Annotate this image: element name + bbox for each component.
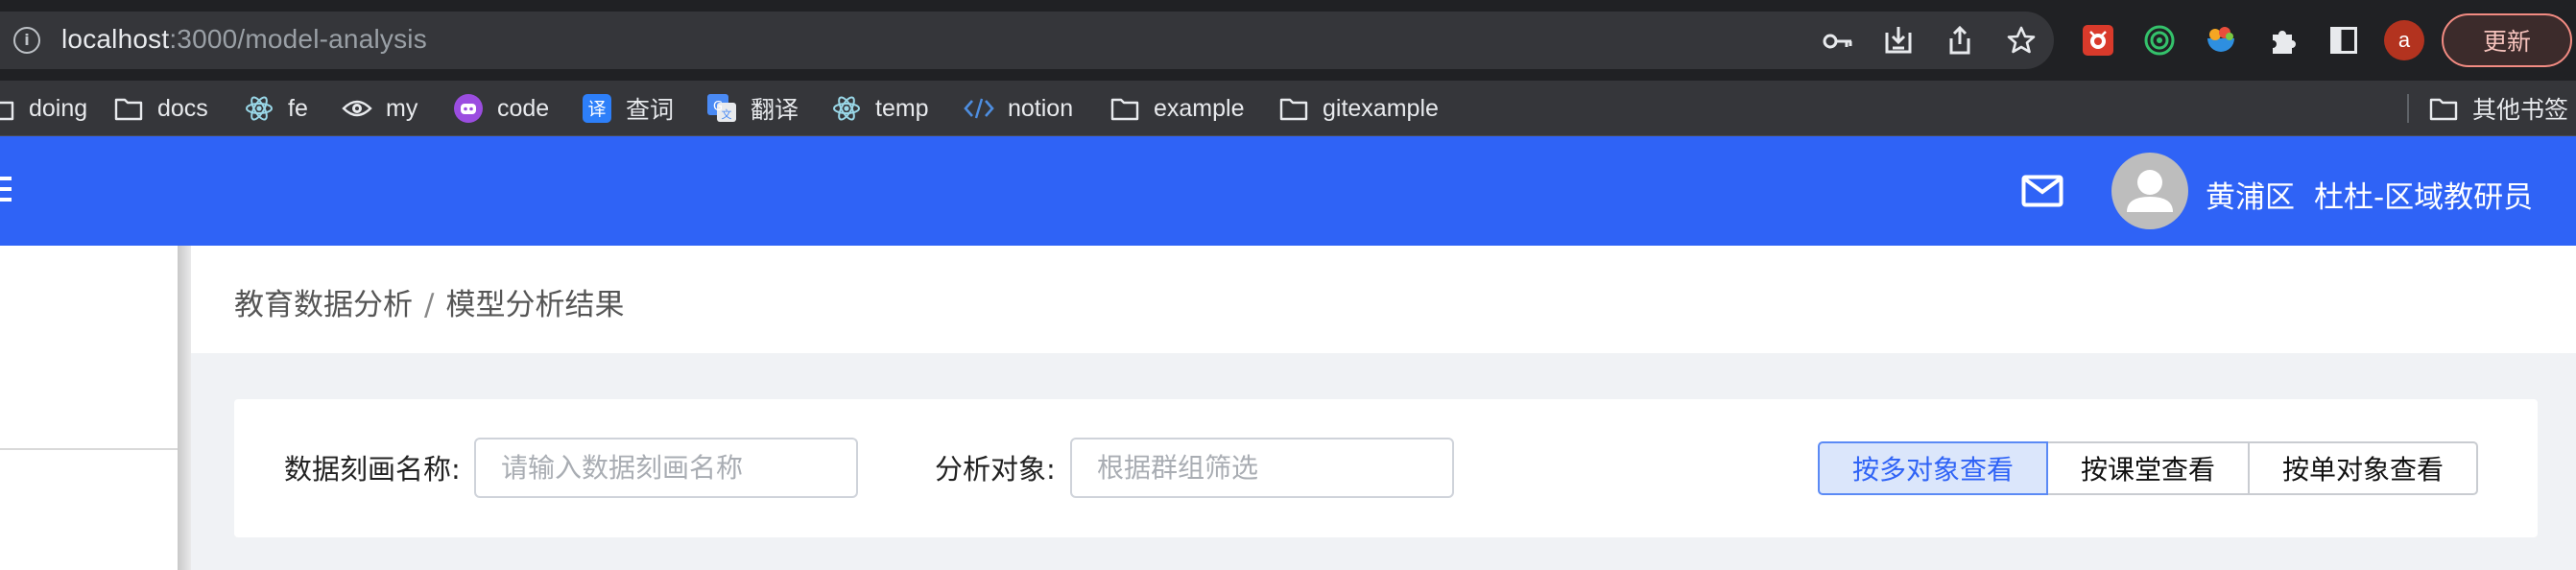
folder-icon [113,93,144,124]
extension-bug-icon[interactable] [2079,21,2117,59]
bookmark-example[interactable]: example [1109,81,1245,136]
breadcrumb-separator: / [424,288,435,322]
bot-icon [453,93,484,124]
main-content: 数据刻画名称: 分析对象: 按多对象查看 按课堂查看 按单对象查看 [191,353,2576,570]
extension-target-icon[interactable] [2140,21,2179,59]
folder-icon [1109,93,1140,124]
name-filter-label: 数据刻画名称: [284,453,461,486]
view-multi-object-button[interactable]: 按多对象查看 [1818,441,2048,495]
bookmark-code[interactable]: code [453,81,549,136]
breadcrumb-bar: 教育数据分析 / 模型分析结果 [191,246,2576,353]
bookmark-temp[interactable]: temp [831,81,929,136]
extensions-puzzle-icon[interactable] [2263,21,2302,59]
bookmark-docs[interactable]: docs [113,81,208,136]
app-header: 黄浦区 杜杜-区域教研员 [0,136,2576,246]
view-single-object-button[interactable]: 按单对象查看 [2248,441,2478,495]
menu-toggle-icon[interactable] [0,177,12,203]
filter-card: 数据刻画名称: 分析对象: 按多对象查看 按课堂查看 按单对象查看 [234,399,2538,537]
mail-icon[interactable] [2021,175,2063,207]
svg-text:译: 译 [587,99,606,120]
bookmark-fe[interactable]: fe [244,81,308,136]
bookmark-doing[interactable]: doing [0,81,87,136]
breadcrumb-current: 模型分析结果 [445,288,625,322]
view-classroom-button[interactable]: 按课堂查看 [2046,441,2250,495]
user-avatar[interactable] [2111,153,2188,229]
target-filter-input[interactable] [1070,438,1454,498]
share-icon[interactable] [1943,23,1977,58]
bookmark-other[interactable]: 其他书签 [2428,81,2568,136]
sidebar-divider [0,448,178,450]
bookmarks-bar: doing docs fe my code 译 查词 G文 翻译 temp no… [0,81,2576,136]
url-text[interactable]: localhost:3000/model-analysis [61,24,427,55]
side-panel-icon[interactable] [2325,21,2363,59]
google-translate-icon: G文 [706,93,737,124]
address-bar[interactable]: i localhost:3000/model-analysis [0,12,2054,69]
bookmark-star-icon[interactable] [2004,23,2039,58]
breadcrumb-root[interactable]: 教育数据分析 [234,288,413,322]
breadcrumb: 教育数据分析 / 模型分析结果 [234,280,624,323]
install-app-icon[interactable] [1881,23,1916,58]
name-filter-input[interactable] [474,438,858,498]
eye-icon [342,93,372,124]
sidebar [0,246,178,570]
browser-update-button[interactable]: 更新 [2442,13,2572,67]
translate-icon: 译 [582,93,612,124]
bookmarks-divider [2407,94,2409,123]
user-name[interactable]: 黄浦区 杜杜-区域教研员 [2206,173,2533,216]
browser-toolbar: i localhost:3000/model-analysis a 更新 [0,0,2576,81]
sidebar-edge [178,246,191,570]
bookmark-gitexample[interactable]: gitexample [1278,81,1439,136]
bookmark-my[interactable]: my [342,81,417,136]
react-icon [244,93,274,124]
view-mode-group: 按多对象查看 按课堂查看 按单对象查看 [1818,441,2478,495]
folder-icon [2428,93,2459,124]
extension-bowl-icon[interactable] [2202,21,2240,59]
react-icon [831,93,862,124]
bookmark-fanyi[interactable]: G文 翻译 [706,81,799,136]
user-region: 黄浦区 [2206,180,2295,215]
password-key-icon[interactable] [1822,25,1854,58]
svg-text:文: 文 [722,107,732,121]
target-filter-label: 分析对象: [935,453,1056,486]
bookmark-notion[interactable]: notion [964,81,1073,136]
code-icon [964,93,994,124]
profile-avatar[interactable]: a [2384,20,2424,60]
folder-icon [0,93,15,124]
folder-icon [1278,93,1309,124]
site-info-icon[interactable]: i [13,27,40,54]
user-role: 杜杜-区域教研员 [2314,180,2534,215]
bookmark-chaci[interactable]: 译 查词 [582,81,674,136]
